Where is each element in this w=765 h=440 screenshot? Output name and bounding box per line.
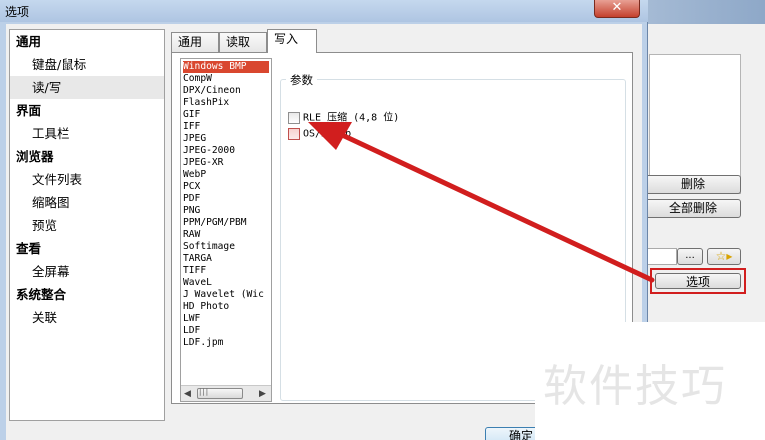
format-list-item[interactable]: WebP [183, 169, 269, 181]
category-tree: 通用 键盘/鼠标 读/写 界面 工具栏 浏览器 文件列表 缩略图 预览 查看 全屏幕 系统整合 关联 [9, 29, 165, 421]
format-list-item[interactable]: DPX/Cineon [183, 85, 269, 97]
option-os2-bmp[interactable]: OS/2 bmp [288, 127, 351, 141]
browse-button[interactable]: ... [677, 248, 703, 265]
format-list-item[interactable]: JPEG [183, 133, 269, 145]
format-list-item[interactable]: FlashPix [183, 97, 269, 109]
tab-general[interactable]: 通用 [171, 32, 219, 52]
format-list-item[interactable]: TIFF [183, 265, 269, 277]
format-list-item[interactable]: Windows BMP [183, 61, 269, 73]
scroll-grip-icon: ||| [199, 388, 210, 396]
path-field[interactable] [645, 248, 677, 265]
format-list-item[interactable]: PPM/PGM/PBM [183, 217, 269, 229]
delete-button[interactable]: 删除 [645, 175, 741, 194]
format-list-item[interactable]: LDF [183, 325, 269, 337]
rle-label: RLE 压缩 (4,8 位) [303, 112, 400, 124]
rle-checkbox[interactable] [288, 112, 300, 124]
horizontal-scrollbar[interactable]: ◀ ||| ▶ [181, 385, 271, 401]
nav-item[interactable]: 系统整合 [10, 283, 164, 306]
format-list-item[interactable]: LWF [183, 313, 269, 325]
nav-item[interactable]: 读/写 [10, 76, 164, 99]
format-list-item[interactable]: WaveL [183, 277, 269, 289]
nav-item[interactable]: 键盘/鼠标 [10, 53, 164, 76]
watermark: 软件技巧 [535, 322, 765, 440]
delete-all-button[interactable]: 全部删除 [645, 199, 741, 218]
nav-item[interactable]: 通用 [10, 30, 164, 53]
format-list[interactable]: LDF.jpm LDF LWF HD Photo J Wavelet (Wic WaveL… [180, 58, 272, 402]
format-list-item[interactable]: PDF [183, 193, 269, 205]
close-button[interactable]: ✕ [594, 0, 640, 18]
format-list-item[interactable]: J Wavelet (Wic [183, 289, 269, 301]
format-list-item[interactable]: HD Photo [183, 301, 269, 313]
format-list-item[interactable]: JPEG-2000 [183, 145, 269, 157]
nav-item[interactable]: 文件列表 [10, 168, 164, 191]
tab-write[interactable]: 写入 [267, 29, 317, 53]
format-list-item[interactable]: CompW [183, 73, 269, 85]
format-list-item[interactable]: PCX [183, 181, 269, 193]
os2-checkbox[interactable] [288, 128, 300, 140]
format-list-item[interactable]: IFF [183, 121, 269, 133]
format-list-item[interactable]: JPEG-XR [183, 157, 269, 169]
star-icon: ☆▸ [715, 249, 733, 263]
close-icon: ✕ [611, 0, 623, 15]
format-list-item[interactable]: RAW [183, 229, 269, 241]
scroll-left-icon[interactable]: ◀ [184, 389, 191, 399]
option-rle-compression[interactable]: RLE 压缩 (4,8 位) [288, 111, 399, 125]
options-button[interactable]: 选项 [655, 273, 741, 289]
nav-item[interactable]: 全屏幕 [10, 260, 164, 283]
nav-item[interactable]: 界面 [10, 99, 164, 122]
os2-label: OS/2 bmp [303, 128, 352, 140]
tab-strip: 通用 读取 写入 [171, 29, 633, 53]
format-list-item[interactable]: PNG [183, 205, 269, 217]
tab-read[interactable]: 读取 [219, 32, 267, 52]
params-group-label: 参数 [286, 72, 317, 88]
nav-item[interactable]: 预览 [10, 214, 164, 237]
scroll-right-icon[interactable]: ▶ [259, 389, 266, 399]
watermark-text: 软件技巧 [543, 361, 727, 412]
nav-item[interactable]: 工具栏 [10, 122, 164, 145]
dialog-titlebar: 选项 ✕ [0, 0, 648, 22]
favorite-star-button[interactable]: ☆▸ [707, 248, 741, 265]
format-list-item[interactable]: Softimage [183, 241, 269, 253]
nav-item[interactable]: 缩略图 [10, 191, 164, 214]
dialog-title: 选项 [5, 5, 30, 19]
background-list-box[interactable] [649, 54, 741, 194]
format-list-item[interactable]: GIF [183, 109, 269, 121]
nav-item[interactable]: 关联 [10, 306, 164, 329]
nav-item[interactable]: 查看 [10, 237, 164, 260]
options-button-highlight: 选项 [650, 268, 746, 294]
nav-item[interactable]: 浏览器 [10, 145, 164, 168]
format-list-item[interactable]: LDF.jpm [183, 337, 269, 349]
format-list-item[interactable]: TARGA [183, 253, 269, 265]
